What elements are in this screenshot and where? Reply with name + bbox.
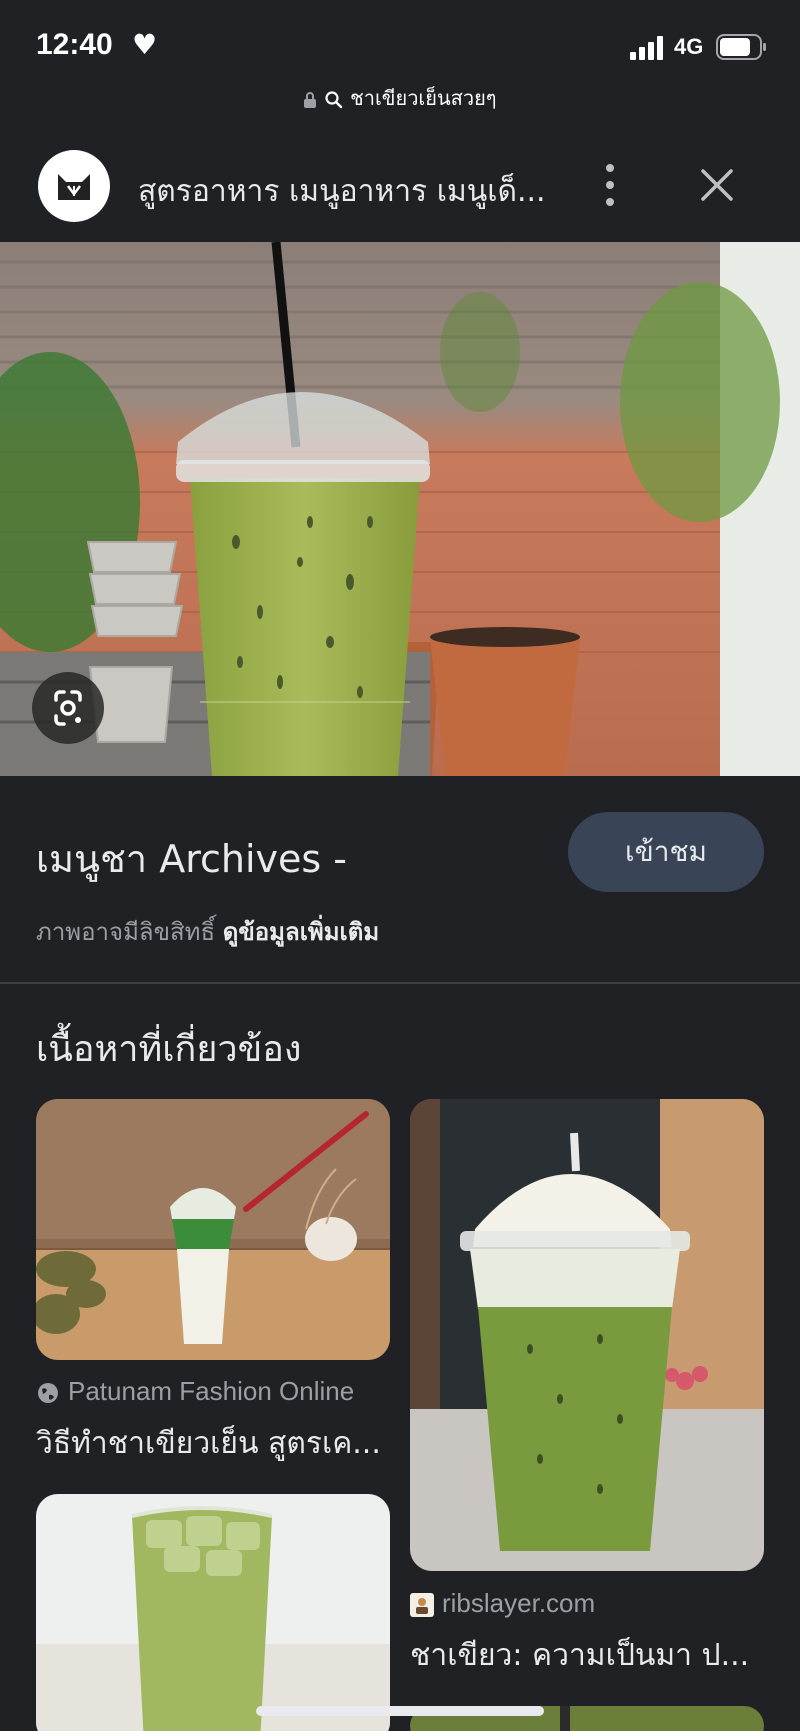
site-logo[interactable] bbox=[38, 150, 110, 222]
site-favicon bbox=[410, 1593, 434, 1618]
battery-icon bbox=[716, 34, 766, 60]
search-query: ชาเขียวเย็นสวยๆ bbox=[350, 86, 497, 110]
related-card-image-2[interactable] bbox=[410, 1099, 764, 1571]
green-tea-cup-cafe-photo bbox=[410, 1099, 764, 1571]
related-card-source-name-2: ribslayer.com bbox=[442, 1588, 596, 1618]
search-icon bbox=[325, 90, 342, 108]
status-bar: 12:40 ♥ 4G bbox=[0, 0, 800, 92]
cat-logo-icon bbox=[58, 174, 90, 200]
related-card-title-2[interactable]: ชาเขียว: ความเป็นมา ป... bbox=[410, 1632, 749, 1679]
related-card-source-2[interactable]: ribslayer.com bbox=[410, 1588, 595, 1619]
google-lens-button[interactable] bbox=[32, 672, 104, 744]
related-card-image-1[interactable] bbox=[36, 1099, 390, 1360]
network-type: 4G bbox=[674, 34, 704, 59]
layered-green-tea-photo bbox=[36, 1099, 390, 1360]
globe-icon bbox=[38, 1383, 58, 1404]
home-indicator[interactable] bbox=[256, 1706, 544, 1716]
source-title[interactable]: สูตรอาหาร เมนูอาหาร เมนูเด็... bbox=[138, 168, 546, 215]
close-icon[interactable] bbox=[692, 160, 742, 210]
visit-button[interactable]: เข้าชม bbox=[568, 812, 764, 892]
more-options-icon[interactable] bbox=[598, 160, 622, 210]
lens-icon bbox=[54, 690, 82, 726]
signal-strength-icon bbox=[630, 36, 663, 60]
related-card-source-name-1: Patunam Fashion Online bbox=[68, 1376, 355, 1406]
related-card-source-1[interactable]: Patunam Fashion Online bbox=[36, 1376, 354, 1407]
related-heading: เนื้อหาที่เกี่ยวข้อง bbox=[36, 1029, 302, 1070]
heart-icon: ♥ bbox=[132, 28, 158, 61]
divider bbox=[0, 982, 800, 984]
iced-green-tea-photo bbox=[0, 242, 800, 776]
source-header: สูตรอาหาร เมนูอาหาร เมนูเด็... bbox=[0, 130, 800, 242]
iced-green-tea-glass-photo bbox=[36, 1494, 390, 1731]
related-card-image-3[interactable] bbox=[36, 1494, 390, 1731]
url-bar[interactable]: ชาเขียวเย็นสวยๆ bbox=[0, 82, 800, 114]
copyright-notice: ภาพอาจมีลิขสิทธิ์ ดูข้อมูลเพิ่มเติม bbox=[36, 912, 379, 951]
hero-image[interactable] bbox=[0, 242, 800, 776]
lock-icon bbox=[304, 91, 317, 108]
status-time: 12:40 bbox=[36, 28, 113, 61]
copyright-text: ภาพอาจมีลิขสิทธิ์ bbox=[36, 918, 216, 946]
related-card-title-1[interactable]: วิธีทำชาเขียวเย็น สูตรเค... bbox=[36, 1420, 381, 1467]
result-title[interactable]: เมนูชา Archives - bbox=[36, 828, 347, 889]
more-info-link[interactable]: ดูข้อมูลเพิ่มเติม bbox=[223, 918, 379, 946]
